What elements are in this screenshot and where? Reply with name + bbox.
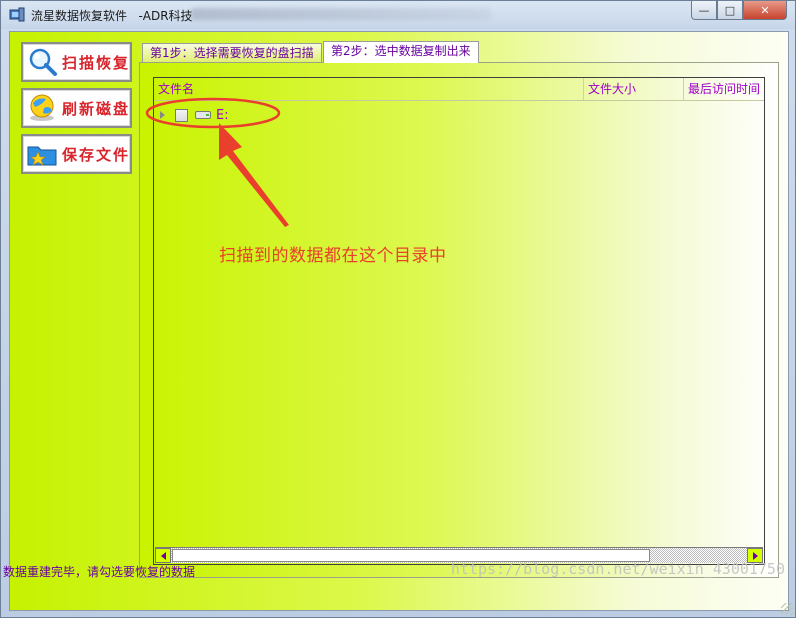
refresh-disk-button[interactable]: 刷新磁盘: [21, 88, 132, 128]
expand-arrow-icon[interactable]: [160, 111, 165, 119]
maximize-button[interactable]: □: [717, 1, 743, 20]
scan-recover-button[interactable]: 扫描恢复: [21, 42, 132, 82]
drive-label: E:: [216, 107, 229, 123]
maximize-icon: □: [724, 3, 736, 17]
close-icon: ✕: [760, 3, 770, 17]
watermark: https://blog.csdn.net/weixin_43001750: [450, 560, 785, 578]
scroll-left-button[interactable]: [155, 548, 171, 563]
refresh-disk-label: 刷新磁盘: [62, 99, 131, 118]
minimize-icon: —: [698, 3, 710, 17]
scan-recover-label: 扫描恢复: [62, 53, 131, 72]
window-controls: — □ ✕: [691, 1, 787, 21]
arrow-right-icon: [752, 551, 758, 560]
arrow-left-icon: [160, 551, 166, 560]
tab-panel: 文件名 文件大小 最后访问时间 E:: [139, 62, 779, 578]
resize-grip-icon[interactable]: [781, 603, 793, 615]
list-item[interactable]: E:: [160, 106, 229, 124]
close-button[interactable]: ✕: [743, 1, 787, 20]
tab-step1-label: 第1步：选择需要恢复的盘扫描: [150, 46, 314, 60]
tab-step2[interactable]: 第2步：选中数据复制出来: [323, 41, 479, 63]
tab-step1[interactable]: 第1步：选择需要恢复的盘扫描: [142, 43, 322, 63]
status-message: 数据重建完毕，请勾选要恢复的数据: [3, 565, 196, 579]
globe-refresh-icon: [30, 94, 54, 121]
minimize-button[interactable]: —: [691, 1, 717, 20]
save-file-label: 保存文件: [62, 145, 131, 164]
title-bar[interactable]: 流星数据恢复软件 -ADR科技 — □ ✕: [1, 1, 795, 29]
column-last-access[interactable]: 最后访问时间: [684, 78, 764, 100]
client-area: 扫描恢复 刷新磁盘 保存文件 第1步：选择需要恢复的盘扫描 第2步：选中数据复制…: [9, 31, 789, 611]
blurred-region: [191, 8, 491, 20]
file-list[interactable]: 文件名 文件大小 最后访问时间 E:: [153, 77, 765, 565]
save-folder-icon: [27, 146, 57, 166]
tab-step2-label: 第2步：选中数据复制出来: [331, 44, 471, 58]
window-title: 流星数据恢复软件 -ADR科技: [31, 9, 193, 23]
app-window: 流星数据恢复软件 -ADR科技 — □ ✕ 扫描恢复 刷新磁盘 保存文件 第1步…: [0, 0, 796, 618]
annotation-text: 扫描到的数据都在这个目录中: [219, 246, 447, 266]
row-checkbox[interactable]: [175, 108, 188, 122]
drive-icon: [195, 111, 211, 119]
save-file-button[interactable]: 保存文件: [21, 134, 132, 174]
app-icon: [9, 7, 25, 22]
list-header: 文件名 文件大小 最后访问时间: [154, 78, 764, 101]
column-filename[interactable]: 文件名: [154, 78, 584, 100]
magnifier-icon: [29, 48, 57, 76]
column-filesize[interactable]: 文件大小: [584, 78, 684, 100]
